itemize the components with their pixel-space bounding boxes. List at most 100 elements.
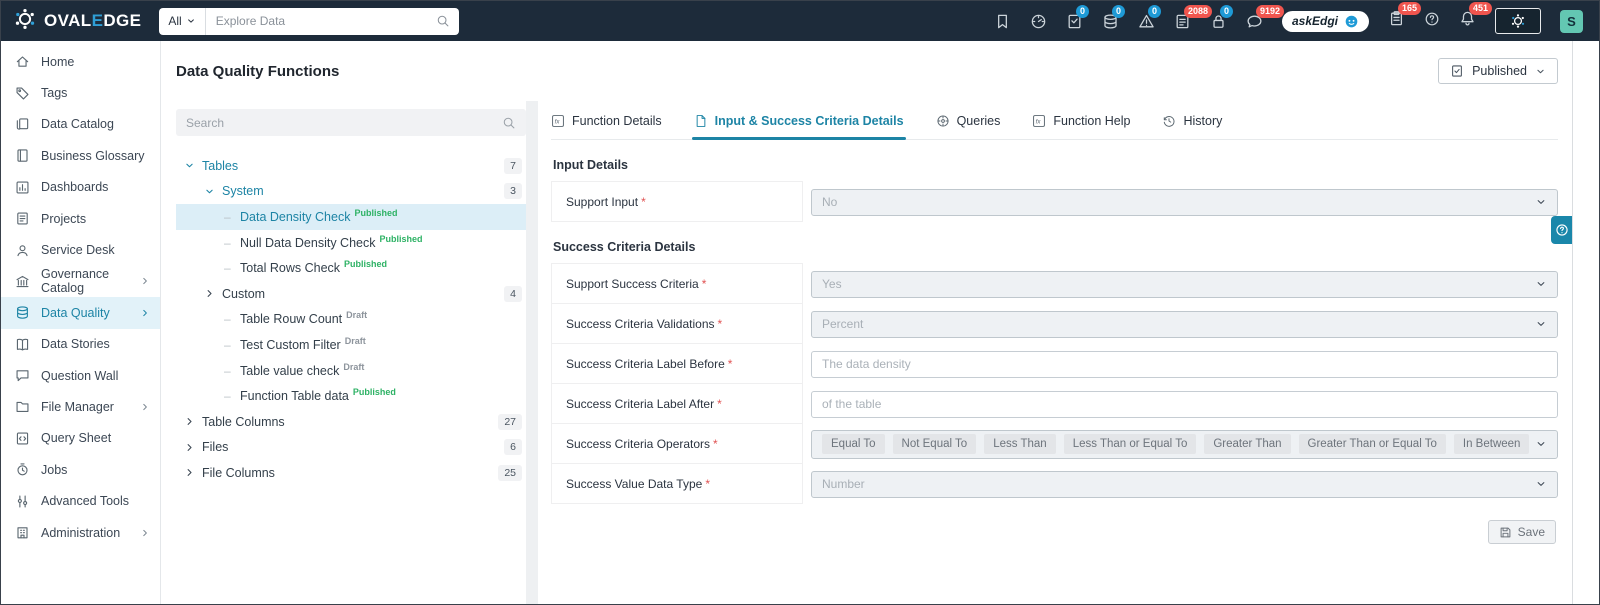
tree-item-files[interactable]: Files6	[176, 435, 526, 461]
ovaledge-logo[interactable]: OVALEDGE	[13, 7, 141, 36]
tree-item-data-density-check[interactable]: –Data Density CheckPublished	[176, 204, 526, 230]
tree-search-input[interactable]: Search	[176, 109, 526, 136]
ai-chat-badge: 9192	[1256, 5, 1284, 18]
published-doc-icon	[1450, 64, 1464, 78]
tree-item-custom[interactable]: Custom4	[176, 281, 526, 307]
operator-chip-equal-to[interactable]: Equal To	[822, 434, 885, 454]
operators-label: Success Criteria Operators*	[551, 423, 803, 464]
bookmark-icon[interactable]	[994, 13, 1011, 30]
history-icon	[1162, 114, 1176, 128]
search-scope-dropdown[interactable]: All	[159, 8, 205, 35]
published-status-dropdown[interactable]: Published	[1438, 58, 1558, 84]
label-after-input[interactable]	[811, 391, 1558, 418]
sidebar-item-data-stories[interactable]: Data Stories	[1, 329, 160, 360]
save-button[interactable]: Save	[1488, 520, 1556, 544]
sidebar-item-data-quality[interactable]: Data Quality	[1, 297, 160, 328]
chevron-right-icon	[140, 402, 150, 412]
search-icon[interactable]	[436, 14, 459, 28]
sidebar-item-administration[interactable]: Administration	[1, 517, 160, 548]
validations-label: Success Criteria Validations*	[551, 303, 803, 344]
help-flyout-tab[interactable]	[1551, 216, 1572, 244]
tree-item-total-rows-check[interactable]: –Total Rows CheckPublished	[176, 255, 526, 281]
sidebar-item-service-desk[interactable]: Service Desk	[1, 234, 160, 265]
topbar: OVALEDGE All Explore Data 000208809192 a…	[1, 1, 1599, 41]
tree-item-test-custom-filter[interactable]: –Test Custom FilterDraft	[176, 332, 526, 358]
tabs-bar: fxFunction Details Input & Success Criter…	[551, 101, 1558, 140]
operator-chip-less-than-or-equal-to[interactable]: Less Than or Equal To	[1064, 434, 1197, 454]
chevron-down-icon[interactable]	[204, 186, 222, 197]
app-window: OVALEDGE All Explore Data 000208809192 a…	[0, 0, 1600, 605]
search-input[interactable]: Explore Data	[206, 14, 437, 28]
sidebar-item-home[interactable]: Home	[1, 46, 160, 77]
label-before-input[interactable]	[811, 351, 1558, 378]
database-icon[interactable]: 0	[1102, 13, 1119, 30]
sidebar-item-question-wall[interactable]: Question Wall	[1, 360, 160, 391]
main-panel: fxFunction Details Input & Success Criter…	[538, 101, 1572, 604]
sidebar-item-projects[interactable]: Projects	[1, 203, 160, 234]
sidebar-item-business-glossary[interactable]: Business Glossary	[1, 140, 160, 171]
operator-chip-greater-than[interactable]: Greater Than	[1204, 434, 1290, 454]
tree-item-table-value-check[interactable]: –Table value checkDraft	[176, 358, 526, 384]
sidebar-item-tags[interactable]: Tags	[1, 77, 160, 108]
tree-item-system[interactable]: System3	[176, 179, 526, 205]
ask-edgi-button[interactable]: askEdgi	[1282, 11, 1369, 32]
bell-badge: 451	[1469, 2, 1492, 15]
tab-function-details[interactable]: fxFunction Details	[551, 114, 662, 139]
chevron-right-icon	[140, 276, 150, 286]
content-header: Data Quality Functions Published	[161, 41, 1572, 101]
tree-item-table-columns[interactable]: Table Columns27	[176, 409, 526, 435]
chevron-right-icon[interactable]	[184, 416, 202, 427]
operators-select[interactable]: Equal To Not Equal To Less Than Less Than o…	[811, 430, 1558, 459]
tree-item-function-table-data[interactable]: –Function Table dataPublished	[176, 383, 526, 409]
page-title: Data Quality Functions	[176, 63, 339, 80]
tab-input-success-criteria-details[interactable]: Input & Success Criteria Details	[694, 114, 904, 139]
sidebar-item-query-sheet[interactable]: Query Sheet	[1, 423, 160, 454]
projects-icon	[15, 211, 30, 226]
global-search: All Explore Data	[159, 8, 459, 35]
help-icon[interactable]	[1424, 11, 1440, 32]
ai-chat-icon[interactable]: 9192	[1246, 13, 1263, 30]
support-input-select[interactable]: No	[811, 189, 1558, 216]
lock-icon[interactable]: 0	[1210, 13, 1227, 30]
support-success-select[interactable]: Yes	[811, 271, 1558, 298]
leaf-dash: –	[224, 389, 240, 403]
operator-chip-in-between[interactable]: In Between	[1454, 434, 1530, 454]
tree-item-file-columns[interactable]: File Columns25	[176, 460, 526, 486]
operator-chip-greater-than-or-equal-to[interactable]: Greater Than or Equal To	[1299, 434, 1446, 454]
tab-function-help[interactable]: fxFunction Help	[1032, 114, 1130, 139]
status-badge: Published	[379, 234, 422, 244]
chevron-right-icon[interactable]	[204, 288, 222, 299]
content: Data Quality Functions Published Search …	[161, 41, 1572, 604]
tab-queries[interactable]: Queries	[936, 114, 1001, 139]
validations-select[interactable]: Percent	[811, 311, 1558, 338]
sidebar-item-jobs[interactable]: Jobs	[1, 454, 160, 485]
sidebar-item-file-manager[interactable]: File Manager	[1, 391, 160, 422]
task-file-icon[interactable]: 2088	[1174, 13, 1191, 30]
alert-triangle-badge: 0	[1148, 5, 1161, 18]
bell-icon[interactable]: 451	[1459, 10, 1476, 32]
sidebar-item-dashboards[interactable]: Dashboards	[1, 172, 160, 203]
speedometer-icon[interactable]	[1030, 13, 1047, 30]
note-check-icon[interactable]: 0	[1066, 13, 1083, 30]
clipboard-tasks-icon[interactable]: 165	[1388, 10, 1405, 32]
tab-history[interactable]: History	[1162, 114, 1222, 139]
sidebar-item-advanced-tools[interactable]: Advanced Tools	[1, 485, 160, 516]
sidebar-item-governance-catalog[interactable]: Governance Catalog	[1, 266, 160, 297]
chevron-right-icon[interactable]	[184, 467, 202, 478]
user-avatar[interactable]: S	[1560, 10, 1583, 33]
sidebar-item-data-catalog[interactable]: Data Catalog	[1, 109, 160, 140]
ovaledge-thumb-icon	[1510, 13, 1526, 29]
input-details-title: Input Details	[553, 158, 1558, 172]
alert-triangle-icon[interactable]: 0	[1138, 13, 1155, 30]
tree-item-null-data-density-check[interactable]: –Null Data Density CheckPublished	[176, 230, 526, 256]
chevron-down-icon[interactable]	[184, 160, 202, 171]
ovaledge-thumb-logo[interactable]	[1495, 8, 1541, 34]
search-icon	[502, 116, 516, 130]
tree-item-tables[interactable]: Tables7	[176, 153, 526, 179]
chevron-right-icon[interactable]	[184, 442, 202, 453]
operator-chip-less-than[interactable]: Less Than	[984, 434, 1056, 454]
status-badge: Published	[353, 387, 396, 397]
operator-chip-not-equal-to[interactable]: Not Equal To	[893, 434, 977, 454]
tree-item-table-rouw-count[interactable]: –Table Rouw CountDraft	[176, 307, 526, 333]
data-type-select[interactable]: Number	[811, 471, 1558, 498]
